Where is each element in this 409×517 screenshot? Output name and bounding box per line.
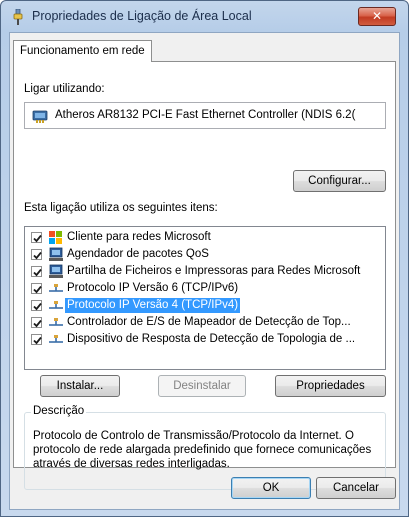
network-service-icon — [48, 264, 64, 279]
network-adapter-icon — [32, 108, 48, 124]
item-checkbox[interactable] — [31, 266, 42, 277]
install-button[interactable]: Instalar... — [40, 375, 120, 397]
item-checkbox[interactable] — [31, 283, 42, 294]
network-protocol-icon — [48, 315, 64, 330]
tab-panel: Ligar utilizando: Atheros AR8132 PCI-E F… — [13, 61, 396, 490]
dialog-window: Propriedades de Ligação de Área Local ✕ … — [0, 0, 409, 517]
item-checkbox[interactable] — [31, 317, 42, 328]
network-protocol-icon — [48, 332, 64, 347]
item-label: Dispositivo de Resposta de Detecção de T… — [67, 333, 356, 345]
title-bar[interactable]: Propriedades de Ligação de Área Local ✕ — [1, 1, 408, 31]
item-label: Partilha de Ficheiros e Impressoras para… — [67, 265, 361, 277]
cancel-button[interactable]: Cancelar — [316, 477, 396, 499]
list-item[interactable]: Partilha de Ficheiros e Impressoras para… — [25, 263, 385, 280]
list-item[interactable]: Protocolo IP Versão 6 (TCP/IPv6) — [25, 280, 385, 297]
uninstall-button[interactable]: Desinstalar — [158, 375, 246, 397]
description-legend: Descrição — [31, 405, 87, 417]
network-service-icon — [48, 247, 64, 262]
tab-networking[interactable]: Funcionamento em rede — [13, 40, 152, 62]
configure-button[interactable]: Configurar... — [293, 170, 386, 192]
list-item[interactable]: Controlador de E/S de Mapeador de Detecç… — [25, 314, 385, 331]
items-label: Esta ligação utiliza os seguintes itens: — [24, 202, 218, 214]
item-checkbox[interactable] — [31, 232, 42, 243]
network-protocol-icon — [48, 298, 64, 313]
list-item[interactable]: Cliente para redes Microsoft — [25, 229, 385, 246]
components-list[interactable]: Cliente para redes Microsoft Agendador d… — [24, 226, 386, 370]
list-item[interactable]: Dispositivo de Resposta de Detecção de T… — [25, 331, 385, 348]
network-client-icon — [48, 230, 64, 245]
item-label: Cliente para redes Microsoft — [67, 231, 211, 243]
ok-button[interactable]: OK — [231, 477, 311, 499]
connect-using-label: Ligar utilizando: — [24, 83, 105, 95]
item-label: Agendador de pacotes QoS — [67, 248, 209, 260]
adapter-field: Atheros AR8132 PCI-E Fast Ethernet Contr… — [24, 102, 386, 129]
item-label: Protocolo IP Versão 6 (TCP/IPv6) — [67, 282, 239, 294]
item-label: Protocolo IP Versão 4 (TCP/IPv4) — [65, 298, 241, 313]
network-connection-icon — [11, 8, 25, 25]
item-checkbox[interactable] — [31, 334, 42, 345]
dialog-client-area: Funcionamento em rede Ligar utilizando: … — [9, 32, 400, 510]
list-item-selected[interactable]: Protocolo IP Versão 4 (TCP/IPv4) — [25, 297, 385, 314]
item-checkbox[interactable] — [31, 249, 42, 260]
window-title: Propriedades de Ligação de Área Local — [32, 9, 252, 23]
close-icon: ✕ — [371, 9, 383, 23]
adapter-name: Atheros AR8132 PCI-E Fast Ethernet Contr… — [55, 109, 356, 121]
item-label: Controlador de E/S de Mapeador de Detecç… — [67, 316, 351, 328]
close-button[interactable]: ✕ — [358, 7, 396, 26]
list-item[interactable]: Agendador de pacotes QoS — [25, 246, 385, 263]
item-checkbox[interactable] — [31, 300, 42, 311]
network-protocol-icon — [48, 281, 64, 296]
properties-button[interactable]: Propriedades — [275, 375, 386, 397]
description-text: Protocolo de Controlo de Transmissão/Pro… — [33, 430, 372, 470]
